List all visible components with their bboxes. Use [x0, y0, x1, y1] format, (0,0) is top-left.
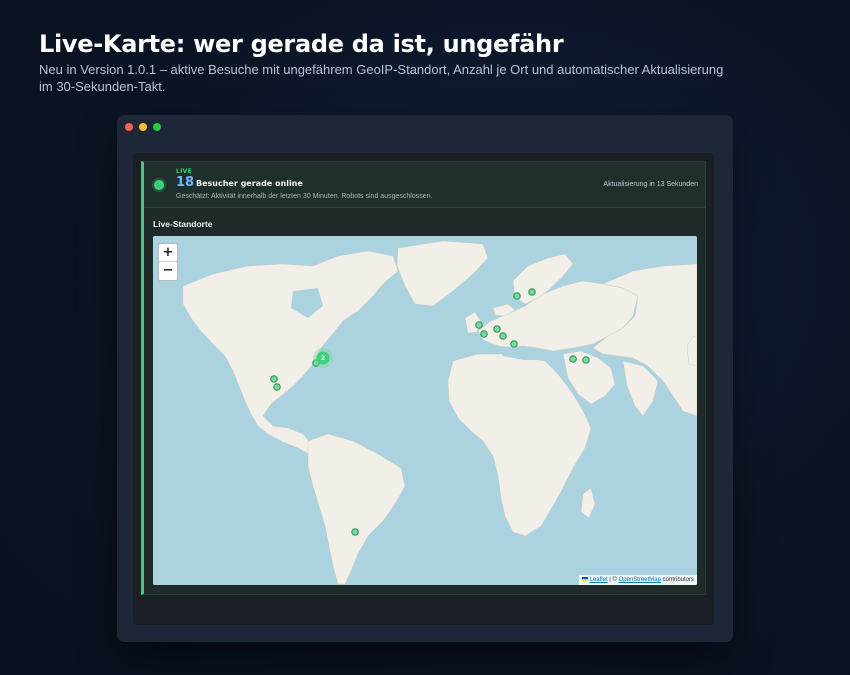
attribution-separator: | © [609, 577, 617, 583]
marker-layer: 2 [270, 288, 590, 536]
app-window: LIVE 18 Besucher gerade online Geschätzt… [117, 115, 733, 642]
live-indicator-icon [152, 178, 166, 192]
visitor-marker[interactable] [493, 325, 501, 333]
page-subline: Neu in Version 1.0.1 – aktive Besuche mi… [39, 62, 724, 94]
live-label: LIVE [176, 168, 192, 175]
cluster-marker-count: 2 [321, 355, 325, 362]
visitor-count-text: Besucher gerade online [196, 179, 303, 188]
maximize-window-button[interactable] [153, 123, 161, 131]
attribution-suffix: contributors [662, 577, 694, 583]
live-status-header: LIVE 18 Besucher gerade online Geschätzt… [144, 162, 705, 208]
visitor-count: 18 [176, 175, 195, 190]
world-map[interactable]: 2 + − Leaflet | © OpenStreetMap contribu… [153, 236, 697, 585]
leaflet-link[interactable]: Leaflet [590, 577, 608, 583]
visitor-marker[interactable] [480, 330, 488, 338]
visitor-marker[interactable] [569, 355, 577, 363]
visitor-marker[interactable] [513, 292, 521, 300]
visitor-marker[interactable] [499, 332, 507, 340]
refresh-countdown: Aktualisierung in 13 Sekunden [603, 181, 698, 188]
visitor-marker[interactable] [510, 340, 518, 348]
page-headline: Live-Karte: wer gerade da ist, ungefähr [39, 30, 564, 58]
visitor-marker[interactable] [351, 528, 359, 536]
minimize-window-button[interactable] [139, 123, 147, 131]
visitor-marker[interactable] [582, 356, 590, 364]
activity-hint: Geschätzt: Aktivität innerhalb der letzt… [176, 193, 433, 200]
map-attribution: Leaflet | © OpenStreetMap contributors [578, 575, 697, 585]
live-indicator-dot [154, 180, 164, 190]
visitor-marker[interactable] [528, 288, 536, 296]
ukraine-flag-icon [581, 577, 588, 581]
zoom-control: + − [158, 243, 178, 281]
zoom-out-button[interactable]: − [159, 262, 177, 280]
zoom-in-button[interactable]: + [159, 244, 177, 262]
close-window-button[interactable] [125, 123, 133, 131]
visitor-marker[interactable] [270, 375, 278, 383]
openstreetmap-link[interactable]: OpenStreetMap [619, 577, 661, 583]
live-panel: LIVE 18 Besucher gerade online Geschätzt… [141, 161, 706, 595]
visitor-marker[interactable] [273, 383, 281, 391]
window-titlebar [117, 115, 733, 139]
visitor-marker[interactable] [475, 321, 483, 329]
window-content: LIVE 18 Besucher gerade online Geschätzt… [133, 153, 714, 625]
section-title-live-locations: Live-Standorte [153, 219, 213, 229]
